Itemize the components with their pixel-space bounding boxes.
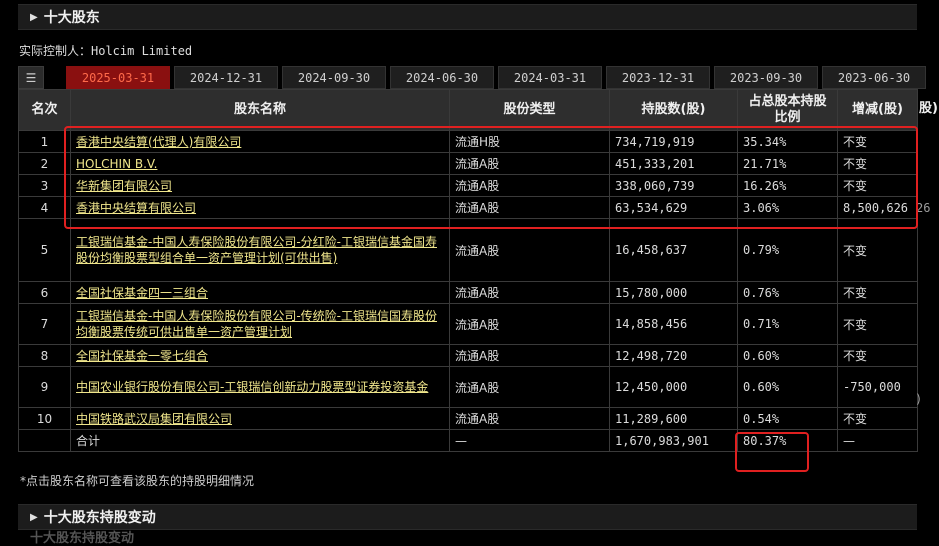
- tab-date-7[interactable]: 2023-06-30: [822, 66, 926, 89]
- ratio-cell: 0.71%: [737, 303, 838, 345]
- table-row: 10 中国铁路武汉局集团有限公司 流通A股 11,289,600 0.54% 不变: [18, 407, 918, 430]
- holder-name-cell: 全国社保基金四一三组合: [70, 281, 450, 304]
- tab-date-2[interactable]: 2024-09-30: [282, 66, 386, 89]
- holder-name-link[interactable]: 中国农业银行股份有限公司-工银瑞信创新动力股票型证券投资基金: [76, 379, 444, 395]
- section-title: 十大股东持股变动: [43, 510, 156, 526]
- list-menu-icon[interactable]: ☰: [18, 66, 44, 89]
- change-cell: -750,000: [837, 366, 918, 408]
- change-cell: 不变: [837, 303, 918, 345]
- holder-name-link[interactable]: 中国铁路武汉局集团有限公司: [76, 411, 444, 427]
- expand-arrow-icon: ▶: [30, 11, 38, 23]
- row4-overflow-fragment: 26: [916, 201, 931, 215]
- row9-overflow-fragment: ): [915, 392, 923, 406]
- rank-cell: 8: [18, 344, 71, 367]
- table-row: 7 工银瑞信基金-中国人寿保险股份有限公司-传统险-工银瑞信国寿股份均衡股票传统可…: [18, 303, 918, 345]
- share-type-cell: 流通A股: [449, 407, 610, 430]
- table-footnote: *点击股东名称可查看该股东的持股明细情况: [20, 474, 255, 488]
- rank-cell: 4: [18, 196, 71, 219]
- ratio-cell: 0.54%: [737, 407, 838, 430]
- tab-date-5[interactable]: 2023-12-31: [606, 66, 710, 89]
- header-name: 股东名称: [70, 89, 450, 131]
- holder-name-cell: 中国农业银行股份有限公司-工银瑞信创新动力股票型证券投资基金: [70, 366, 450, 408]
- holders-change-section-header[interactable]: ▶ 十大股东持股变动: [18, 504, 917, 530]
- rank-cell: 1: [18, 130, 71, 153]
- shares-cell: 12,498,720: [609, 344, 738, 367]
- share-type-cell: 流通A股: [449, 303, 610, 345]
- table-row: 9 中国农业银行股份有限公司-工银瑞信创新动力股票型证券投资基金 流通A股 12,45…: [18, 366, 918, 408]
- header-shares: 持股数(股): [609, 89, 738, 131]
- holder-name-link[interactable]: 工银瑞信基金-中国人寿保险股份有限公司-传统险-工银瑞信国寿股份均衡股票传统可供…: [76, 308, 444, 340]
- holder-name-link[interactable]: 工银瑞信基金-中国人寿保险股份有限公司-分红险-工银瑞信基金国寿股份均衡股票型组…: [76, 234, 444, 266]
- shares-cell: 14,858,456: [609, 303, 738, 345]
- ratio-cell: 0.60%: [737, 344, 838, 367]
- change-cell: 不变: [837, 344, 918, 367]
- share-type-cell: 流通A股: [449, 281, 610, 304]
- holder-name-link[interactable]: 全国社保基金一零七组合: [76, 348, 444, 364]
- tab-date-1[interactable]: 2024-12-31: [174, 66, 278, 89]
- header-change: 增减(股): [837, 89, 918, 131]
- tab-date-4[interactable]: 2024-03-31: [498, 66, 602, 89]
- change-cell: 不变: [837, 407, 918, 430]
- header-ratio: 占总股本持股比例: [737, 89, 838, 131]
- rank-cell: 9: [18, 366, 71, 408]
- ratio-cell: 0.60%: [737, 366, 838, 408]
- rank-cell: 2: [18, 152, 71, 175]
- header-overflow-fragment: 股): [919, 101, 938, 116]
- scroll-ghost-text: 十大股东持股变动: [30, 531, 135, 546]
- holder-name-cell: 全国社保基金一零七组合: [70, 344, 450, 367]
- shares-cell: 15,780,000: [609, 281, 738, 304]
- table-header-row: 名次 股东名称 股份类型 持股数(股) 占总股本持股比例 增减(股): [18, 89, 918, 131]
- total-label-cell: 合计: [70, 429, 450, 452]
- actual-controller: 实际控制人：Holcim Limited: [19, 44, 193, 58]
- shares-cell: 12,450,000: [609, 366, 738, 408]
- rank-cell: 5: [18, 218, 71, 282]
- table-row: 6 全国社保基金四一三组合 流通A股 15,780,000 0.76% 不变: [18, 281, 918, 304]
- highlight-box-total-ratio: [735, 432, 809, 472]
- change-cell: 不变: [837, 281, 918, 304]
- holder-name-cell: 工银瑞信基金-中国人寿保险股份有限公司-传统险-工银瑞信国寿股份均衡股票传统可供…: [70, 303, 450, 345]
- tab-date-6[interactable]: 2023-09-30: [714, 66, 818, 89]
- top-holders-section-header[interactable]: ▶ 十大股东: [18, 4, 917, 30]
- header-rank: 名次: [18, 89, 71, 131]
- expand-arrow-icon: ▶: [30, 511, 38, 523]
- share-type-cell: 流通A股: [449, 344, 610, 367]
- holder-name-cell: 中国铁路武汉局集团有限公司: [70, 407, 450, 430]
- rank-cell: 7: [18, 303, 71, 345]
- section-title: 十大股东: [43, 10, 100, 26]
- date-tabs: ☰ 2025-03-31 2024-12-31 2024-09-30 2024-…: [18, 66, 926, 89]
- highlight-box-top-holders: [64, 126, 918, 229]
- tab-date-3[interactable]: 2024-06-30: [390, 66, 494, 89]
- total-blank-cell: [18, 429, 71, 452]
- total-type-cell: —: [449, 429, 610, 452]
- share-type-cell: 流通A股: [449, 366, 610, 408]
- tab-date-0[interactable]: 2025-03-31: [66, 66, 170, 89]
- header-type: 股份类型: [449, 89, 610, 131]
- rank-cell: 3: [18, 174, 71, 197]
- rank-cell: 10: [18, 407, 71, 430]
- ratio-cell: 0.76%: [737, 281, 838, 304]
- table-row: 8 全国社保基金一零七组合 流通A股 12,498,720 0.60% 不变: [18, 344, 918, 367]
- total-change-cell: —: [837, 429, 918, 452]
- total-shares-cell: 1,670,983,901: [609, 429, 738, 452]
- shares-cell: 11,289,600: [609, 407, 738, 430]
- rank-cell: 6: [18, 281, 71, 304]
- holder-name-link[interactable]: 全国社保基金四一三组合: [76, 285, 444, 301]
